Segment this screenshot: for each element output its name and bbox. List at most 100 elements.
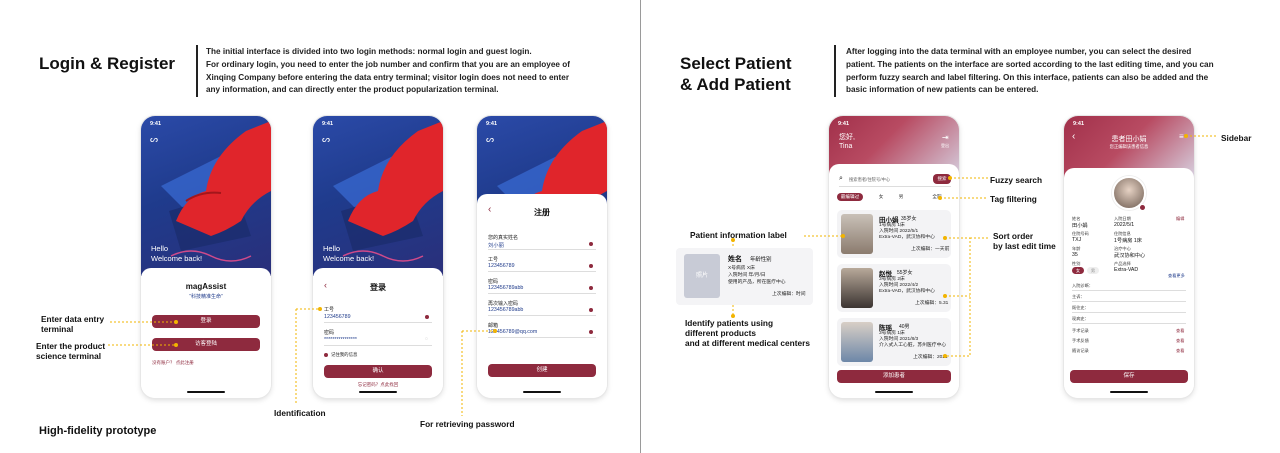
login-form-card: ‹ 登录 工号 123456789 密码 **************** ◌ … bbox=[313, 268, 443, 398]
annotation-identify: Identify patients using different product… bbox=[685, 318, 810, 348]
annotation-enter-science: Enter the product science terminal bbox=[36, 341, 106, 361]
tag-all[interactable]: 全院 bbox=[925, 193, 949, 201]
detail-subtitle: 您正编辑该患者信息 bbox=[1109, 144, 1149, 149]
password-input[interactable]: **************** bbox=[324, 337, 357, 343]
camera-icon[interactable] bbox=[1139, 204, 1146, 211]
tag-recent[interactable]: 最编辑过 bbox=[837, 193, 863, 201]
login-button[interactable]: 登录 bbox=[152, 315, 260, 328]
logout-label: 登出 bbox=[941, 143, 949, 148]
home-indicator bbox=[187, 391, 225, 393]
section-title-login: Login & Register bbox=[39, 54, 176, 73]
save-button[interactable]: 保存 bbox=[1070, 370, 1188, 383]
section-label: 既往史： bbox=[1072, 305, 1089, 310]
create-button[interactable]: 创建 bbox=[488, 364, 596, 377]
patient-photo bbox=[841, 322, 873, 362]
section-divider bbox=[1072, 301, 1186, 302]
title-divider-bar bbox=[196, 45, 198, 97]
annotation-enter-data: Enter data entry terminal bbox=[41, 314, 105, 334]
confirm-button[interactable]: 确认 bbox=[324, 365, 432, 378]
hero-banner: 9:41 ᔕ Hello Welcome back! bbox=[141, 116, 271, 276]
field-value[interactable]: TXJ bbox=[1072, 237, 1081, 243]
record-view-link[interactable]: 查看 bbox=[1176, 328, 1184, 334]
app-name: magAssist bbox=[185, 282, 227, 291]
section-label: 现病史： bbox=[1072, 316, 1089, 321]
login-description: The initial interface is divided into tw… bbox=[206, 47, 570, 95]
sidebar-menu-icon[interactable]: ≡ bbox=[1179, 132, 1184, 141]
logout-icon[interactable]: ⇥ bbox=[942, 133, 949, 142]
phone-login-home: 9:41 ᔕ Hello Welcome back! magAssist “科技精… bbox=[141, 116, 271, 398]
patient-card[interactable]: 陈瑶 40男 3号病房 1床 入院时间 2021/8/3 介入式人工心脏，苏州医… bbox=[837, 318, 951, 366]
patient-card[interactable]: 赵悦 55岁女 3号病房 2床 入院时间 2022/4/2 Extra-VAD，… bbox=[837, 264, 951, 312]
record-label: 手术记录 bbox=[1072, 328, 1089, 333]
status-time: 9:41 bbox=[150, 121, 162, 127]
detail-title: 患者田小娟 bbox=[1111, 136, 1147, 143]
email-input[interactable]: 123456789@qq.com bbox=[488, 329, 537, 335]
password-label: 密码 bbox=[324, 330, 335, 336]
view-more-link[interactable]: 查看更多 bbox=[1168, 273, 1185, 279]
add-patient-button[interactable]: 添加患者 bbox=[837, 370, 951, 383]
guest-login-button[interactable]: 访客登陆 bbox=[152, 338, 260, 351]
patient-last-edit: 上次编辑：2021 bbox=[913, 355, 948, 360]
annotation-tag-filtering: Tag filtering bbox=[990, 194, 1037, 204]
section-divider bbox=[1072, 323, 1186, 324]
field-value[interactable]: Extra-VAD bbox=[1114, 267, 1138, 273]
phone-register: 9:41 ᔕ ‹ 注册 您的真实姓名 刘小丽 工号 123456789 密码 1… bbox=[477, 116, 607, 398]
password-input[interactable]: 123456789abb bbox=[488, 285, 523, 291]
field-value[interactable]: 田小娟 bbox=[1072, 222, 1088, 229]
hello-text: Hello Welcome back! bbox=[151, 244, 203, 263]
phone-patient-list: 9:41 您好, Tina ⇥ 登出 ⌕ 搜索患者/住院号/中心 搜索 最编辑过 … bbox=[829, 116, 959, 398]
section-divider bbox=[1072, 290, 1186, 291]
edit-link[interactable]: 编辑 bbox=[1176, 216, 1184, 222]
gender-male-toggle[interactable]: 男 bbox=[1087, 267, 1099, 274]
remember-checkbox[interactable] bbox=[324, 353, 328, 357]
record-label: 随访记录 bbox=[1072, 348, 1089, 353]
field-value[interactable]: 35 bbox=[1072, 252, 1078, 258]
name-input[interactable]: 刘小丽 bbox=[488, 241, 504, 249]
status-time: 9:41 bbox=[1073, 121, 1085, 127]
status-time: 9:41 bbox=[322, 121, 334, 127]
login-card: magAssist “科技精准生命” 登录 访客登陆 没有账户？ 点此注册 bbox=[141, 268, 271, 398]
label-meta: 年龄性别 bbox=[750, 257, 772, 263]
field-value[interactable]: 武汉协和中心 bbox=[1114, 252, 1145, 259]
record-view-link[interactable]: 查看 bbox=[1176, 348, 1184, 354]
list-card: ⌕ 搜索患者/住院号/中心 搜索 最编辑过 女 男 全院 田小娟 35岁女 1号… bbox=[829, 164, 959, 398]
phone-login-form: 9:41 ᔕ Hello Welcome back! ‹ 登录 工号 123456… bbox=[313, 116, 443, 398]
hello-text: Hello Welcome back! bbox=[323, 244, 375, 263]
home-indicator bbox=[523, 391, 561, 393]
check-icon bbox=[589, 286, 593, 290]
annotation-identification: Identification bbox=[274, 408, 326, 418]
label-line: 入院时间 年/月/日 bbox=[728, 273, 766, 278]
phone-patient-detail: 9:41 ‹ 患者田小娟 您正编辑该患者信息 ≡ 姓名 田小娟 入院日期 202… bbox=[1064, 116, 1194, 398]
input-underline bbox=[488, 337, 596, 338]
eye-icon[interactable]: ◌ bbox=[425, 336, 428, 342]
confirm-password-input[interactable]: 123456789abb bbox=[488, 307, 523, 313]
label-line: X号病房 X床 bbox=[728, 266, 755, 271]
forgot-password-link[interactable]: 忘记密码？点此找回 bbox=[313, 382, 443, 388]
input-underline bbox=[324, 345, 432, 346]
app-logo-icon: ᔕ bbox=[150, 134, 159, 144]
patient-card[interactable]: 田小娟 35岁女 1号病房 1床 入院时间 2022/5/1 Extra-VAD… bbox=[837, 210, 951, 258]
remember-label: 记住我的信息 bbox=[331, 352, 358, 357]
label-line: 使用的产品，所在医疗中心 bbox=[728, 280, 786, 285]
field-value[interactable]: 2022/5/1 bbox=[1114, 222, 1134, 228]
gender-female-toggle[interactable]: 女 bbox=[1072, 267, 1084, 274]
register-card: ‹ 注册 您的真实姓名 刘小丽 工号 123456789 密码 12345678… bbox=[477, 194, 607, 398]
search-button[interactable]: 搜索 bbox=[933, 174, 951, 184]
field-label: 工号 bbox=[488, 257, 499, 263]
search-input[interactable]: 搜索患者/住院号/中心 bbox=[849, 177, 890, 183]
tag-female[interactable]: 女 bbox=[873, 193, 889, 201]
register-link[interactable]: 没有账户？ 点此注册 bbox=[152, 360, 194, 366]
record-view-link[interactable]: 查看 bbox=[1176, 338, 1184, 344]
check-icon bbox=[589, 308, 593, 312]
job-input[interactable]: 123456789 bbox=[324, 314, 351, 320]
annotation-sort-order: Sort order by last edit time bbox=[993, 231, 1056, 251]
status-time: 9:41 bbox=[486, 121, 498, 127]
field-value[interactable]: 1号病房 1床 bbox=[1114, 237, 1142, 244]
label-line: 上次编辑：时间 bbox=[772, 292, 806, 297]
center-divider bbox=[640, 0, 641, 453]
input-underline bbox=[324, 322, 432, 323]
record-label: 手术反馈 bbox=[1072, 338, 1089, 343]
tag-male[interactable]: 男 bbox=[893, 193, 909, 201]
app-logo-icon: ᔕ bbox=[322, 134, 331, 144]
job-input[interactable]: 123456789 bbox=[488, 263, 515, 269]
